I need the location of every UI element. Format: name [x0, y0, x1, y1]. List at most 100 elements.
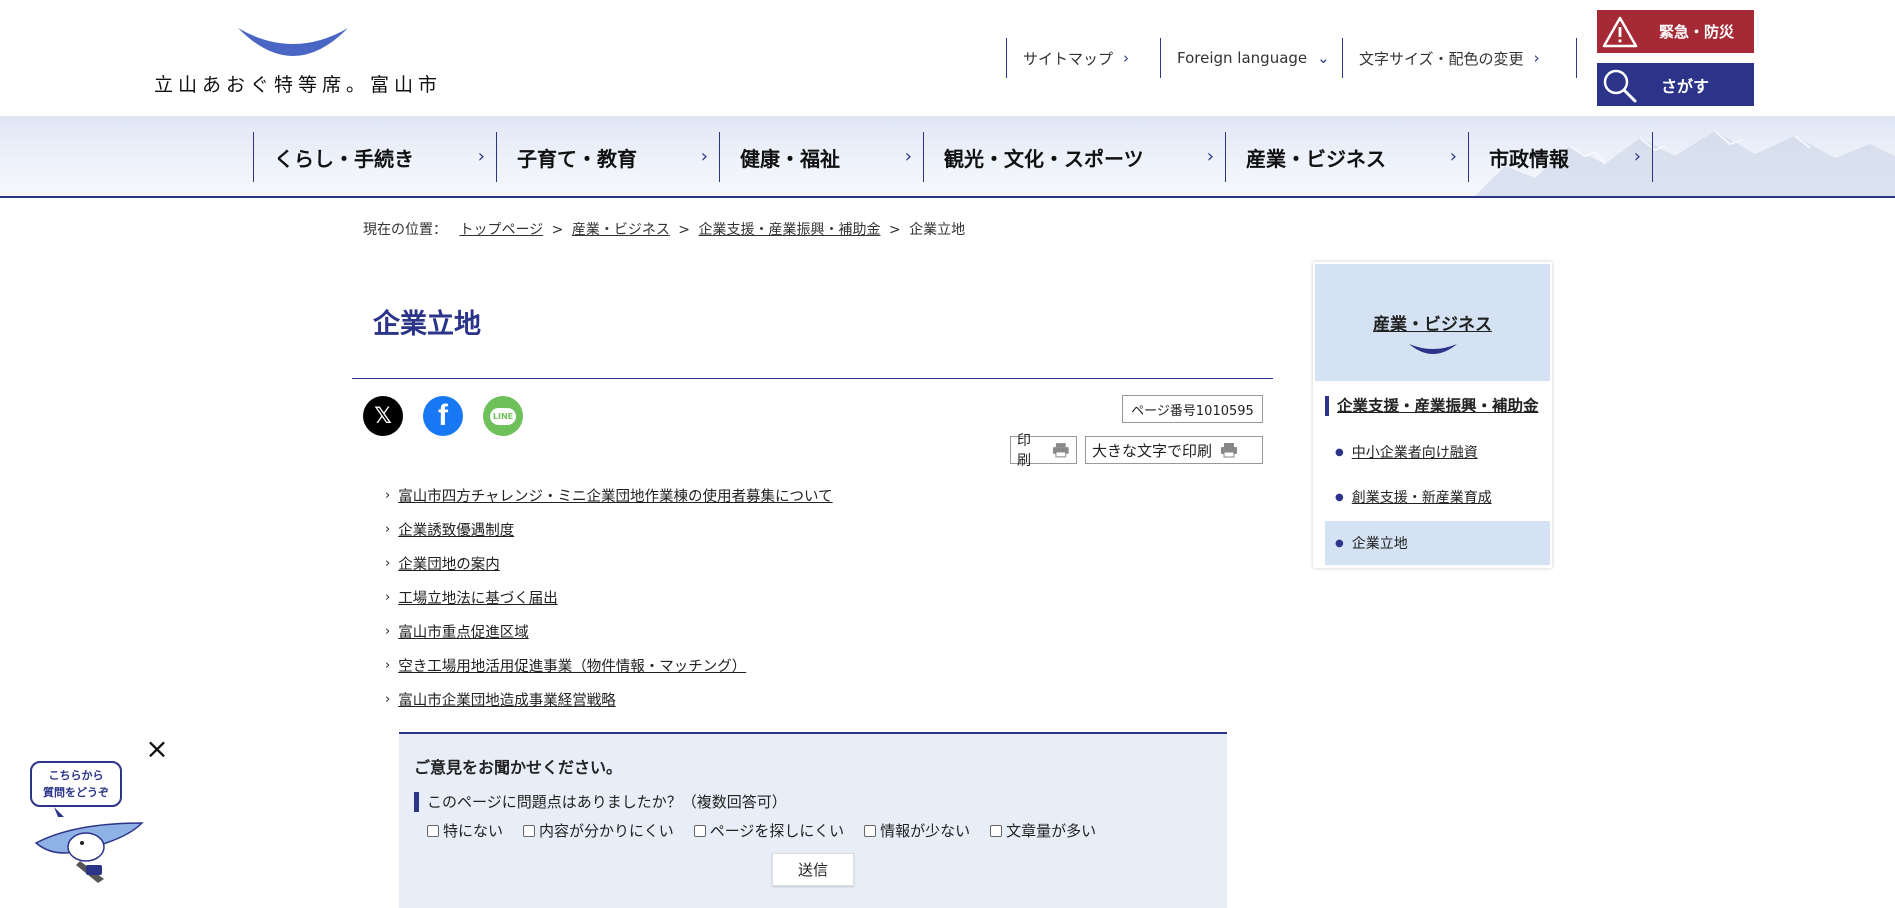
- chevron-right-icon: ›: [385, 691, 391, 707]
- side-nav-category[interactable]: 企業支援・産業振興・補助金: [1325, 396, 1539, 416]
- gnav-divider: [1652, 132, 1653, 182]
- chat-bubble-line2: 質問をどうぞ: [43, 786, 109, 799]
- chat-bubble: こちらから 質問をどうぞ: [30, 761, 122, 807]
- breadcrumb-separator: >: [888, 222, 901, 238]
- list-item: › 富山市重点促進区域: [385, 614, 833, 648]
- search-button[interactable]: さがす: [1597, 63, 1754, 106]
- feedback-option[interactable]: ページを探しにくい: [693, 820, 844, 841]
- gnav-city-info[interactable]: 市政情報 ›: [1468, 132, 1653, 182]
- emergency-button[interactable]: 緊急・防災: [1597, 10, 1754, 53]
- global-nav: くらし・手続き › 子育て・教育 › 健康・福祉 › 観光・文化・スポーツ › …: [0, 116, 1895, 198]
- logo-arc-icon: [238, 28, 348, 56]
- checkbox[interactable]: [427, 824, 439, 837]
- content-link[interactable]: 工場立地法に基づく届出: [398, 587, 558, 608]
- print-large-button[interactable]: 大きな文字で印刷: [1085, 436, 1263, 464]
- side-nav-heading[interactable]: 産業・ビジネス: [1315, 310, 1550, 335]
- feedback-title: ご意見をお聞かせください。: [414, 758, 623, 777]
- feedback-option[interactable]: 内容が分かりにくい: [523, 820, 674, 841]
- breadcrumb: 現在の位置： トップページ > 産業・ビジネス > 企業支援・産業振興・補助金 …: [363, 219, 965, 239]
- side-nav-item[interactable]: ● 中小企業者向け融資: [1325, 430, 1550, 474]
- side-nav-link[interactable]: 創業支援・新産業育成: [1352, 487, 1492, 507]
- chatbot-widget[interactable]: こちらから 質問をどうぞ: [26, 745, 146, 885]
- feedback-option[interactable]: 文章量が多い: [990, 820, 1096, 841]
- page-number: ページ番号1010595: [1122, 395, 1263, 423]
- gnav-label: くらし・手続き: [274, 146, 414, 171]
- chevron-right-icon: ›: [1206, 146, 1214, 167]
- print-label: 印刷: [1017, 433, 1031, 469]
- foreign-language-label: Foreign language: [1177, 49, 1308, 67]
- facebook-share-icon[interactable]: f: [423, 396, 463, 436]
- chevron-right-icon: ›: [385, 623, 391, 639]
- breadcrumb-separator: >: [551, 222, 564, 238]
- x-share-icon[interactable]: 𝕏: [363, 396, 403, 436]
- chevron-right-icon: ›: [385, 657, 391, 673]
- gnav-label: 子育て・教育: [517, 146, 637, 171]
- site-header: 立山あおぐ特等席。富山市 サイトマップ › Foreign language ⌄…: [0, 0, 1895, 116]
- content-link[interactable]: 富山市重点促進区域: [398, 621, 529, 642]
- font-color-settings-link[interactable]: 文字サイズ・配色の変更 ›: [1342, 38, 1577, 78]
- gnav-label: 産業・ビジネス: [1246, 146, 1386, 171]
- side-nav-link[interactable]: 中小企業者向け融資: [1352, 442, 1478, 462]
- feedback-form: ご意見をお聞かせください。 このページに問題点はありましたか？（複数回答可） 特…: [399, 732, 1227, 908]
- breadcrumb-link-top[interactable]: トップページ: [459, 222, 543, 238]
- foreign-language-menu[interactable]: Foreign language ⌄: [1160, 38, 1343, 78]
- breadcrumb-link-business[interactable]: 産業・ビジネス: [572, 222, 670, 238]
- chevron-right-icon: ›: [385, 487, 391, 503]
- line-share-icon[interactable]: LINE: [483, 396, 523, 436]
- gnav-label: 市政情報: [1489, 146, 1569, 171]
- gnav-label: 観光・文化・スポーツ: [944, 146, 1144, 171]
- gnav-label: 健康・福祉: [740, 146, 840, 171]
- checkbox[interactable]: [693, 824, 706, 837]
- chevron-right-icon: ›: [385, 555, 391, 571]
- utility-divider: [1576, 38, 1577, 78]
- search-label: さがす: [1661, 76, 1710, 96]
- breadcrumb-separator: >: [678, 222, 691, 238]
- content-link[interactable]: 企業団地の案内: [398, 553, 500, 574]
- content-link[interactable]: 富山市四方チャレンジ・ミニ企業団地作業棟の使用者募集について: [398, 485, 832, 506]
- print-button[interactable]: 印刷: [1010, 433, 1077, 469]
- side-nav-item-active[interactable]: ● 企業立地: [1325, 521, 1550, 565]
- list-item: › 工場立地法に基づく届出: [385, 580, 833, 614]
- gnav-health[interactable]: 健康・福祉 ›: [719, 132, 924, 182]
- side-nav: 産業・ビジネス 企業支援・産業振興・補助金 ● 中小企業者向け融資 ● 創業支援…: [1313, 262, 1552, 568]
- list-item: › 富山市企業団地造成事業経営戦略: [385, 682, 833, 716]
- bird-mascot-icon: [34, 807, 144, 883]
- breadcrumb-link-support[interactable]: 企業支援・産業振興・補助金: [698, 222, 880, 238]
- gnav-business[interactable]: 産業・ビジネス ›: [1225, 132, 1469, 182]
- side-nav-current: 企業立地: [1351, 536, 1408, 552]
- breadcrumb-prefix: 現在の位置：: [363, 222, 447, 238]
- content-link[interactable]: 富山市企業団地造成事業経営戦略: [398, 689, 616, 710]
- checkbox[interactable]: [864, 824, 877, 837]
- content-link[interactable]: 空き工場用地活用促進事業（物件情報・マッチング）: [398, 655, 746, 676]
- breadcrumb-current: 企業立地: [909, 222, 966, 238]
- option-label: 特にない: [443, 822, 504, 840]
- logo-text: 立山あおぐ特等席。富山市: [154, 74, 443, 96]
- list-item: › 空き工場用地活用促進事業（物件情報・マッチング）: [385, 648, 833, 682]
- warning-icon: [1597, 16, 1643, 48]
- side-nav-item[interactable]: ● 創業支援・新産業育成: [1325, 475, 1550, 519]
- gnav-tourism[interactable]: 観光・文化・スポーツ ›: [923, 132, 1226, 182]
- chevron-right-icon: ›: [1123, 49, 1130, 67]
- title-divider: [352, 378, 1273, 379]
- gnav-childcare[interactable]: 子育て・教育 ›: [496, 132, 720, 182]
- gnav-living[interactable]: くらし・手続き ›: [253, 132, 497, 182]
- chat-close-icon[interactable]: ×: [143, 735, 171, 763]
- option-label: 文章量が多い: [1006, 822, 1097, 840]
- checkbox[interactable]: [523, 824, 536, 837]
- chevron-right-icon: ›: [385, 589, 391, 605]
- chevron-right-icon: ›: [477, 146, 485, 167]
- feedback-option[interactable]: 情報が少ない: [864, 820, 970, 841]
- content-link[interactable]: 企業誘致優遇制度: [398, 519, 514, 540]
- print-large-label: 大きな文字で印刷: [1092, 441, 1213, 460]
- emergency-label: 緊急・防災: [1659, 23, 1735, 41]
- chat-bubble-line1: こちらから: [48, 769, 104, 782]
- sitemap-link[interactable]: サイトマップ ›: [1006, 38, 1161, 78]
- font-color-settings-label: 文字サイズ・配色の変更: [1359, 49, 1524, 68]
- chevron-right-icon: ›: [1533, 49, 1540, 67]
- printer-icon: [1221, 443, 1238, 458]
- site-logo[interactable]: 立山あおぐ特等席。富山市: [154, 18, 464, 96]
- feedback-submit-button[interactable]: 送信: [772, 853, 854, 886]
- checkbox[interactable]: [990, 824, 1003, 837]
- feedback-option[interactable]: 特にない: [427, 820, 503, 841]
- list-item: › 企業団地の案内: [385, 546, 833, 580]
